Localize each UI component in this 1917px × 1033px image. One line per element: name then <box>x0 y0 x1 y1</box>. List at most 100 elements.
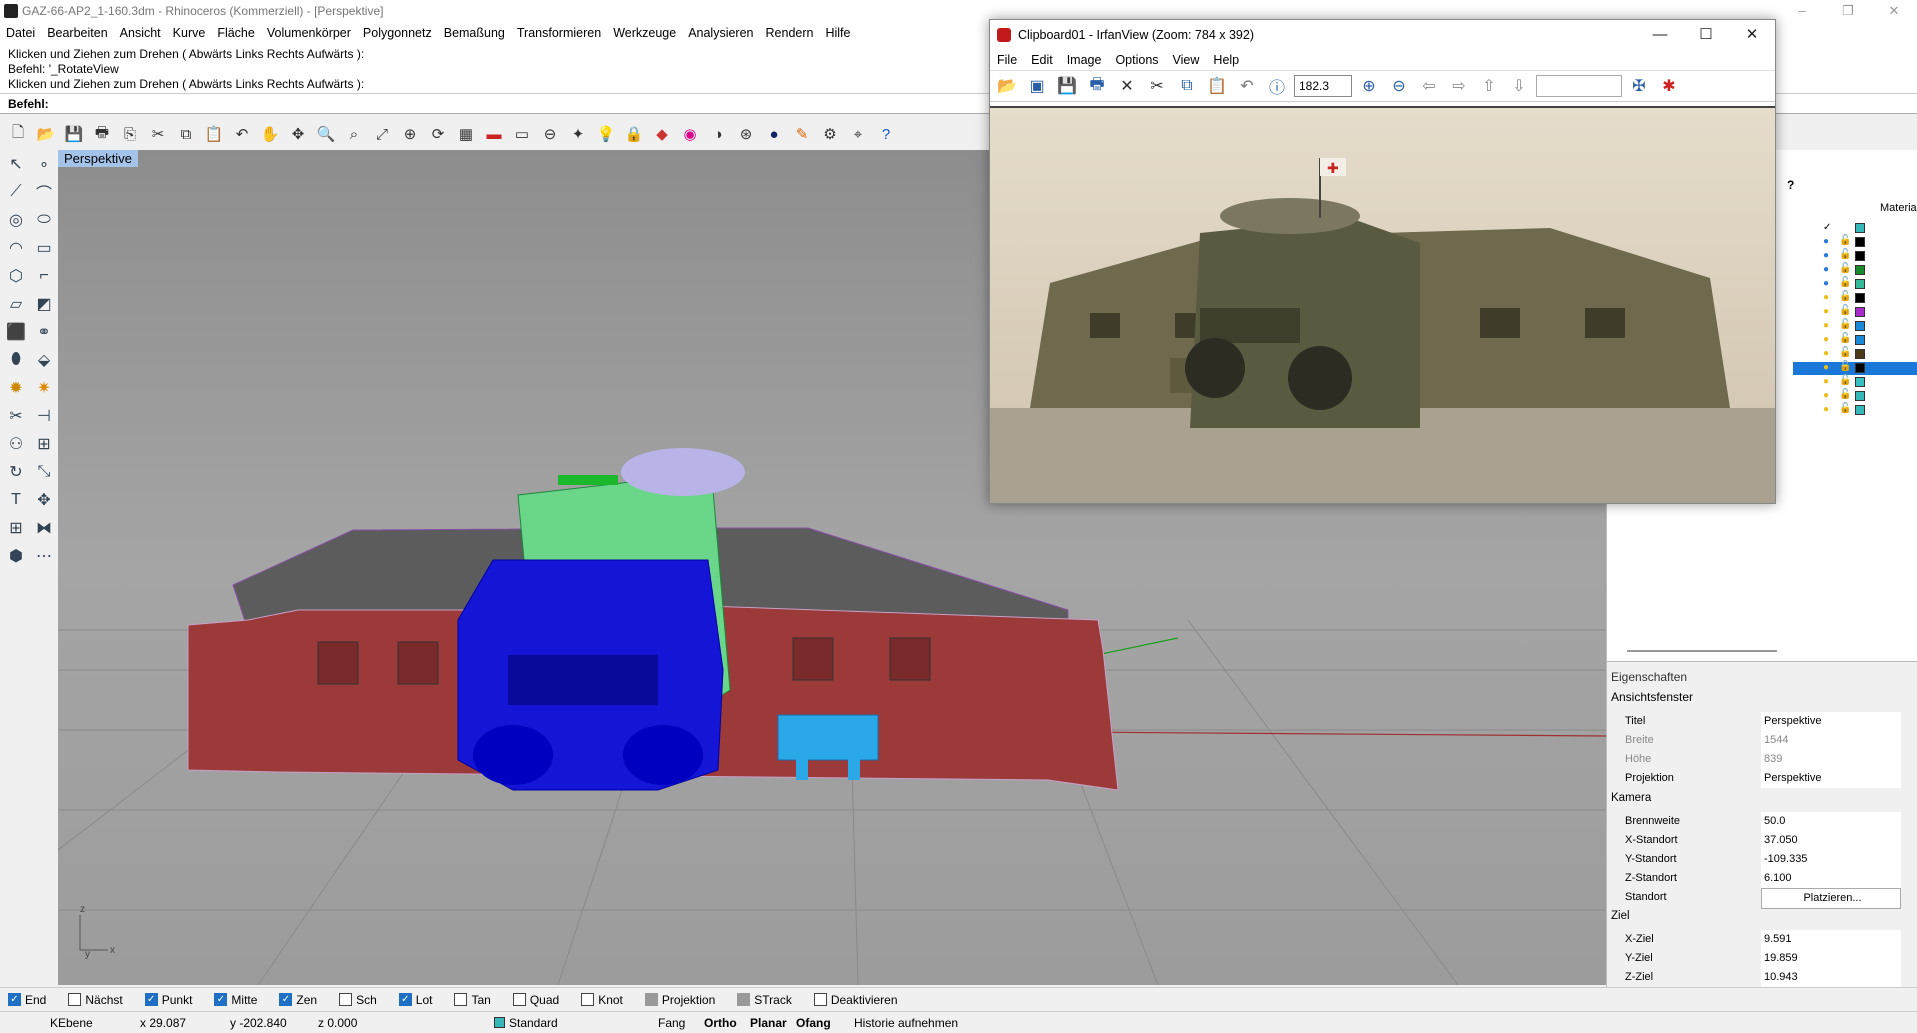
layer-row[interactable]: ● 🔓 <box>1793 389 1917 403</box>
iv-delete-icon[interactable]: ✕ <box>1114 73 1140 99</box>
render-car-icon[interactable]: ▬ <box>482 122 506 146</box>
osnap-mitte[interactable]: ✓ Mitte <box>214 993 257 1007</box>
osnap-sch[interactable]: Sch <box>339 993 377 1007</box>
menu-hilfe[interactable]: Hilfe <box>825 26 850 40</box>
layer-row[interactable]: ● 🔓 <box>1793 305 1917 319</box>
prop-value[interactable]: Perspektive <box>1761 712 1901 731</box>
rotate-icon[interactable]: ↻ <box>2 458 30 486</box>
layer-bulb-icon[interactable]: ● <box>1823 306 1829 317</box>
osnap-checkbox[interactable]: ✓ <box>279 993 293 1006</box>
array-icon[interactable]: ⊞ <box>2 514 30 542</box>
scale-icon[interactable]: ⤡ <box>30 458 58 486</box>
iv-save-icon[interactable]: 💾 <box>1054 73 1080 99</box>
osnap-icon[interactable]: ✦ <box>566 122 590 146</box>
layer-row[interactable]: ● 🔓 <box>1793 333 1917 347</box>
osnap-deaktivieren[interactable]: Deaktivieren <box>813 993 898 1007</box>
menu-rendern[interactable]: Rendern <box>766 26 814 40</box>
curve-icon[interactable]: ⌒ <box>30 178 58 206</box>
osnap-checkbox[interactable]: ✓ <box>214 993 228 1006</box>
move-view-icon[interactable]: ✥ <box>286 122 310 146</box>
layer-color-swatch[interactable] <box>1855 321 1865 331</box>
open-folder-icon[interactable]: 📂 <box>34 122 58 146</box>
prop-value[interactable]: 6.100 <box>1761 869 1901 888</box>
layer-color-swatch[interactable] <box>1855 349 1865 359</box>
move-icon[interactable]: ✥ <box>30 486 58 514</box>
zoom-icon[interactable]: 🔍 <box>314 122 338 146</box>
layer-row[interactable]: ● 🔓 <box>1793 361 1917 375</box>
layer-row[interactable]: ● 🔓 <box>1793 235 1917 249</box>
layers-scrollbar[interactable] <box>1627 650 1777 652</box>
iv-undo-icon[interactable]: ↶ <box>1234 73 1260 99</box>
join-icon[interactable]: ⚇ <box>2 430 30 458</box>
osnap-checkbox[interactable] <box>454 993 468 1006</box>
layer-bulb-icon[interactable]: ● <box>1823 390 1829 401</box>
paste-icon[interactable]: 📋 <box>202 122 226 146</box>
zoom-selected-icon[interactable]: ⊕ <box>398 122 422 146</box>
layer-lock-icon[interactable]: 🔓 <box>1839 235 1851 246</box>
layer-row[interactable]: ● 🔓 <box>1793 263 1917 277</box>
menu-transformieren[interactable]: Transformieren <box>517 26 601 40</box>
iv-close-button[interactable]: ✕ <box>1729 20 1775 50</box>
layer-color-swatch[interactable] <box>1855 293 1865 303</box>
layer-color-swatch[interactable] <box>1855 335 1865 345</box>
iv-menu-file[interactable]: File <box>997 50 1017 70</box>
osnap-checkbox[interactable] <box>644 993 658 1006</box>
iv-maximize-button[interactable]: ☐ <box>1683 20 1729 50</box>
layer-color-swatch[interactable] <box>1855 307 1865 317</box>
layer-color-swatch[interactable] <box>1855 279 1865 289</box>
save-icon[interactable]: 💾 <box>62 122 86 146</box>
group-icon[interactable]: ⊞ <box>30 430 58 458</box>
layer-bulb-icon[interactable]: ● <box>1823 376 1829 387</box>
osnap-tan[interactable]: Tan <box>454 993 491 1007</box>
analyze-icon[interactable]: ⋯ <box>30 542 58 570</box>
projection-dropdown[interactable]: Perspektive <box>1761 769 1901 788</box>
iv-print-icon[interactable]: 🖶 <box>1084 73 1110 99</box>
export-icon[interactable]: ⎘ <box>118 122 142 146</box>
layer-lock-icon[interactable]: 🔓 <box>1839 333 1851 344</box>
layer-bulb-icon[interactable]: ● <box>1823 334 1829 345</box>
layer-bulb-icon[interactable]: ● <box>1823 250 1829 261</box>
osnap-zen[interactable]: ✓ Zen <box>279 993 317 1007</box>
osnap-lot[interactable]: ✓ Lot <box>398 993 432 1007</box>
cylinder-icon[interactable]: ⬮ <box>2 346 30 374</box>
prop-value[interactable]: 10.943 <box>1761 968 1901 987</box>
prop-value[interactable]: 19.859 <box>1761 949 1901 968</box>
iv-irfan-icon[interactable]: ✱ <box>1656 73 1682 99</box>
layer-row[interactable]: ● 🔓 <box>1793 291 1917 305</box>
circle-icon[interactable]: ◎ <box>2 206 30 234</box>
restore-button[interactable]: ❐ <box>1825 0 1871 22</box>
layer-lock-icon[interactable]: 🔓 <box>1839 389 1851 400</box>
iv-paste-icon[interactable]: 📋 <box>1204 73 1230 99</box>
iv-first-icon[interactable]: ⇧ <box>1476 73 1502 99</box>
split-icon[interactable]: ⊣ <box>30 402 58 430</box>
menu-flaeche[interactable]: Fläche <box>217 26 255 40</box>
color-wheel-icon[interactable]: ◉ <box>678 122 702 146</box>
osnap-projektion[interactable]: Projektion <box>644 993 715 1007</box>
shaded-sphere-icon[interactable]: ◑ <box>706 122 730 146</box>
wireframe-car-icon[interactable]: ▭ <box>510 122 534 146</box>
layer-row[interactable]: ● 🔓 <box>1793 403 1917 417</box>
minimize-button[interactable]: – <box>1779 0 1825 22</box>
trim-icon[interactable]: ✂ <box>2 402 30 430</box>
extrude-icon[interactable]: ⬙ <box>30 346 58 374</box>
osnap-checkbox[interactable]: ✓ <box>144 993 158 1006</box>
layer-bulb-icon[interactable]: ● <box>1823 362 1829 373</box>
pen-icon[interactable]: ✎ <box>790 122 814 146</box>
osnap-checkbox[interactable] <box>68 993 82 1006</box>
osnap-checkbox[interactable] <box>737 993 751 1006</box>
new-file-icon[interactable]: 🗋 <box>6 122 30 146</box>
status-current-layer[interactable]: Standard <box>494 1016 658 1030</box>
iv-zoom-input[interactable]: 182.3 <box>1294 75 1352 97</box>
osnap-punkt[interactable]: ✓ Punkt <box>144 993 192 1007</box>
layer-bulb-icon[interactable]: ✓ <box>1823 222 1831 233</box>
layer-bulb-icon[interactable]: ● <box>1823 278 1829 289</box>
dimension-icon[interactable]: ⌖ <box>846 122 870 146</box>
layer-lock-icon[interactable]: 🔓 <box>1839 305 1851 316</box>
layer-lock-icon[interactable]: 🔓 <box>1839 291 1851 302</box>
layer-color-swatch[interactable] <box>1855 363 1865 373</box>
layers-help-icon[interactable]: ? <box>1787 178 1794 192</box>
layer-row[interactable]: ✓ <box>1793 222 1917 235</box>
osnap-strack[interactable]: STrack <box>737 993 792 1007</box>
layer-icon[interactable]: ◆ <box>650 122 674 146</box>
osnap-end[interactable]: ✓ End <box>8 993 46 1007</box>
